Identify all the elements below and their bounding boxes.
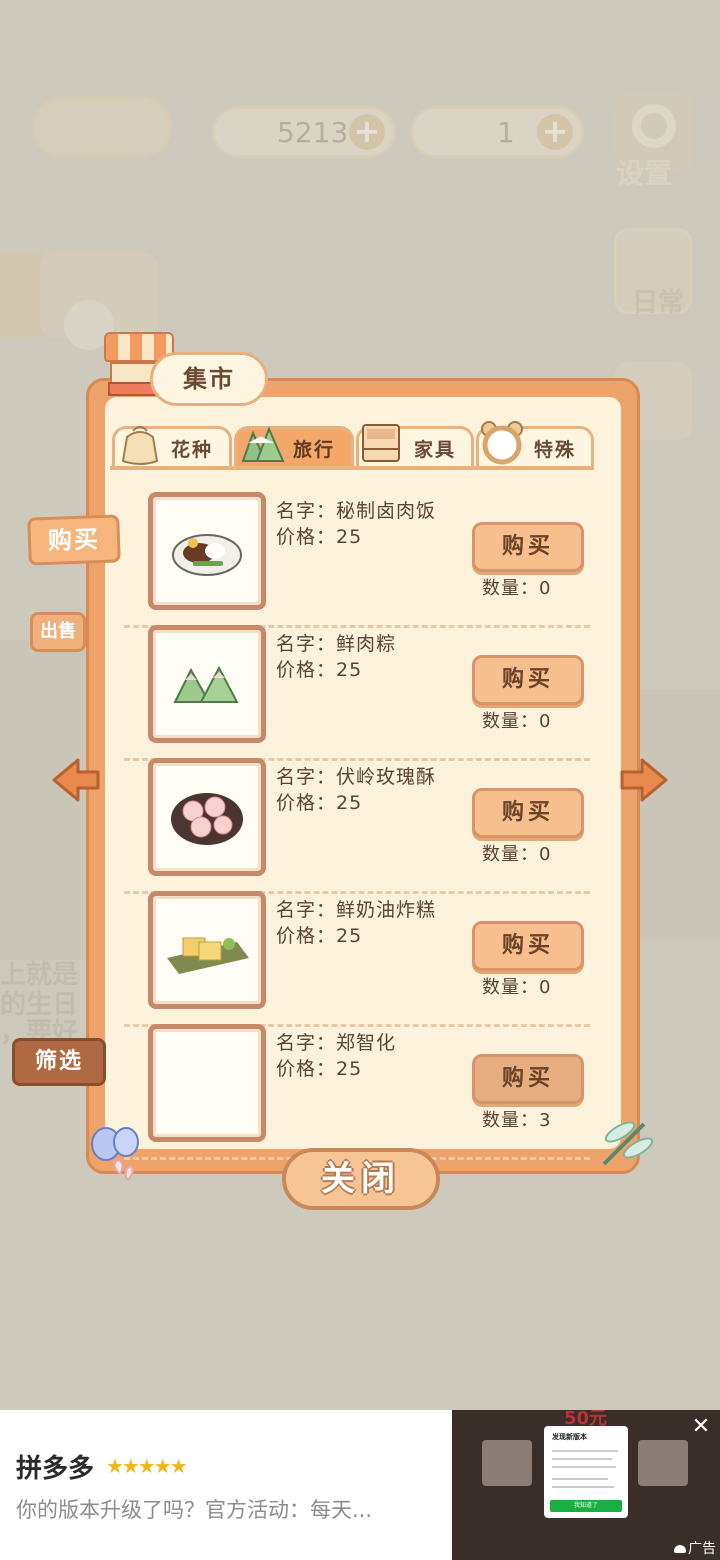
background-dialog-text: 的生日 [0,990,79,1020]
list-item: 名字：秘制卤肉饭 价格：25 购买 数量：0 [120,492,600,628]
seed-bag-icon [121,426,159,465]
item-image [148,891,266,1009]
left-tab [0,252,42,338]
item-quantity: 数量：0 [482,578,552,599]
settings-gear-icon [614,92,694,172]
cheese-count: 1 [497,115,515,149]
ad-label: 广告 [674,1538,716,1558]
bed-icon [362,424,400,462]
ad-image[interactable]: 50元 发现新版本 我知道了 ✕ 广告 [452,1410,720,1560]
list-item: 名字：伏岭玫瑰酥 价格：25 购买 数量：0 [120,758,600,894]
tab-label: 旅行 [292,439,335,461]
item-price: 价格：25 [276,792,363,814]
buy-button[interactable]: 购买 [472,522,584,572]
item-name: 名字：鲜奶油炸糕 [276,899,437,921]
butterfly-icon [91,1127,139,1181]
rating-stars-icon: ★★★★★ [106,1454,188,1478]
house-shape [640,690,720,940]
item-price: 价格：25 [276,1058,363,1080]
arrow-right-icon[interactable] [616,752,672,808]
ad-popup: 发现新版本 我知道了 [544,1426,628,1518]
close-icon[interactable]: ✕ [688,1414,714,1440]
tab-label: 特殊 [533,439,576,461]
cheese-counter: 1 + [410,106,584,158]
background-dialog-text: 上就是 [0,960,79,990]
item-name: 名字：鲜肉粽 [276,633,397,655]
item-image-empty [148,1024,266,1142]
arrow-left-icon[interactable] [48,752,104,808]
list-item: 名字：鲜奶油炸糕 价格：25 购买 数量：0 [120,891,600,1027]
ad-label-text: 广告 [688,1541,716,1557]
item-name: 名字：伏岭玫瑰酥 [276,766,437,788]
item-price: 价格：25 [276,925,363,947]
item-image [148,625,266,743]
buy-button[interactable]: 购买 [472,921,584,971]
buy-button[interactable]: 购买 [472,1054,584,1104]
rice-dumpling-icon [241,426,285,462]
list-item: 名字：鲜肉粽 价格：25 购买 数量：0 [120,625,600,761]
market-title: 集市 [150,352,268,406]
item-price: 价格：25 [276,659,363,681]
item-quantity: 数量：0 [482,977,552,998]
ad-banner[interactable]: 拼多多 ★★★★★ 你的版本升级了吗？官方活动：每天... 50元 发现新版本 … [0,1410,720,1560]
item-name: 名字：郑智化 [276,1032,397,1054]
ad-description: 你的版本升级了吗？官方活动：每天... [16,1498,373,1522]
braised-pork-rice-icon [172,534,242,576]
sell-mode-button[interactable]: 出售 [30,612,86,652]
daily-label: 日常 [632,288,685,318]
settings-label: 设置 [616,157,673,190]
dragonfly-icon [602,1121,654,1166]
buy-button[interactable]: 购买 [472,655,584,705]
tab-travel[interactable]: 旅行 [234,426,354,468]
tab-special[interactable]: 特殊 [476,421,594,468]
zongzi-icon [173,665,239,703]
video-button-icon [40,252,158,338]
item-quantity: 数量：0 [482,844,552,865]
tab-furniture[interactable]: 家具 [356,424,474,468]
fish-count: 5213 [277,115,349,149]
tab-underline [110,466,594,470]
buy-button[interactable]: 购买 [472,788,584,838]
item-quantity: 数量：3 [482,1110,552,1131]
tab-label: 家具 [413,439,456,461]
item-price: 价格：25 [276,526,363,548]
filter-button[interactable]: 筛选 [12,1038,106,1086]
fish-counter: 5213 + [212,106,396,158]
tab-label: 花种 [170,439,213,461]
fish-plus-icon: + [349,114,385,150]
item-image [148,758,266,876]
cloud-icon [674,1545,686,1553]
tab-flower-seeds[interactable]: 花种 [112,426,232,468]
daily-icon [614,228,692,314]
buy-mode-button[interactable]: 购买 [27,514,121,566]
item-image [148,492,266,610]
cheese-plus-icon: + [537,114,573,150]
close-button[interactable]: 关闭 [282,1148,440,1210]
item-quantity: 数量：0 [482,711,552,732]
rose-pastry-icon [171,793,243,845]
mirror-icon [481,421,523,465]
ad-popup-title: 发现新版本 [552,1433,587,1441]
list-item: 名字：郑智化 价格：25 购买 数量：3 [120,1024,600,1160]
ad-popup-button: 我知道了 [550,1500,622,1512]
ad-title: 拼多多 [16,1454,95,1484]
avatar-frame [32,96,172,158]
item-name: 名字：秘制卤肉饭 [276,500,437,522]
fried-cream-cake-icon [167,937,249,974]
